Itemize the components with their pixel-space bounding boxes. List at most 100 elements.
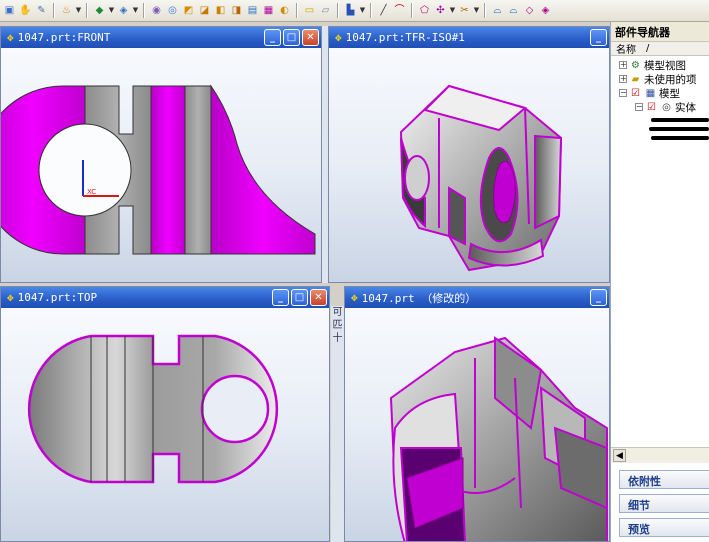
collapse-icon[interactable]: −: [635, 103, 643, 111]
minimize-button[interactable]: _: [264, 29, 281, 46]
sheet-icon[interactable]: ◧: [213, 3, 228, 18]
minimize-button[interactable]: _: [272, 289, 289, 306]
chevron-down-icon[interactable]: ▼: [132, 3, 139, 18]
axis-label: XC: [87, 188, 96, 196]
front-magenta-bar: [150, 85, 186, 255]
toolbar-separator: [337, 3, 339, 18]
model-view-icon: ⚙: [631, 59, 640, 71]
close-button[interactable]: ✕: [310, 289, 327, 306]
folder-icon: ▰: [631, 73, 640, 85]
line-icon[interactable]: ╱: [376, 3, 391, 18]
surface-icon[interactable]: ◐: [277, 3, 292, 18]
offset-icon[interactable]: ⌓: [490, 3, 505, 18]
expand-icon[interactable]: +: [619, 61, 627, 69]
iso-view-drawing: [399, 84, 563, 272]
tree-item-label: 模型视图: [644, 59, 686, 72]
checkbox-icon[interactable]: ☑: [645, 101, 658, 113]
sketch-icon[interactable]: ✂: [457, 3, 472, 18]
tree-item-solid[interactable]: − ☑ ◎ 实体: [635, 100, 696, 114]
column-name[interactable]: 名称: [616, 41, 636, 56]
navigator-title: 部件导航器: [611, 22, 709, 41]
solid-icon[interactable]: ▙: [343, 3, 358, 18]
close-button[interactable]: ✕: [302, 29, 319, 46]
main-toolbar: ▣ ✋ ✎ ♨ ▼ ◆ ▼ ◈ ▼ ◉ ◎ ◩ ◪ ◧ ◨ ▤ ▦ ◐ ▭ ▱ …: [0, 0, 709, 22]
tree-item-label: 模型: [659, 87, 680, 100]
viewport-title: 1047.prt:TFR-ISO#1: [345, 31, 465, 44]
viewport-titlebar[interactable]: ✥ 1047.prt:TFR-ISO#1 _: [329, 27, 609, 48]
scroll-left-icon[interactable]: ◀: [613, 449, 626, 462]
modified-view-drawing: [389, 336, 608, 541]
chevron-down-icon[interactable]: ▼: [359, 3, 366, 18]
cube-icon[interactable]: ◪: [197, 3, 212, 18]
maximize-button[interactable]: □: [291, 289, 308, 306]
top-bore-hole: [200, 374, 270, 444]
axis-label: XC: [141, 406, 150, 414]
column-header[interactable]: 名称 /: [611, 41, 709, 56]
pen-icon[interactable]: ⬠: [417, 3, 432, 18]
model-icon: ▦: [645, 87, 656, 99]
checkbox-icon[interactable]: ☑: [629, 87, 642, 99]
chevron-down-icon[interactable]: ▼: [75, 3, 82, 18]
chevron-down-icon[interactable]: ▼: [449, 3, 456, 18]
toolbar-separator: [370, 3, 372, 18]
viewport-title: 1047.prt:FRONT: [17, 31, 111, 44]
sheet2-icon[interactable]: ▭: [302, 3, 317, 18]
solid-body-icon: ◎: [662, 101, 671, 113]
collapse-icon[interactable]: −: [619, 89, 627, 97]
layer-icon[interactable]: ◩: [181, 3, 196, 18]
viewport-modified[interactable]: ✥ 1047.prt （修改的） _: [344, 286, 610, 542]
panel-details[interactable]: 细节: [619, 494, 709, 513]
viewport-title: 1047.prt:TOP: [17, 291, 98, 304]
horizontal-scrollbar[interactable]: ◀: [611, 447, 709, 463]
tool-icon[interactable]: ▱: [318, 3, 333, 18]
part-navigator: 部件导航器 名称 / + ⚙ 模型视图 + ▰ 未使用的项 − ☑ ▦ 模型 −…: [610, 22, 709, 542]
measure-icon[interactable]: ◨: [229, 3, 244, 18]
chevron-down-icon[interactable]: ▼: [473, 3, 480, 18]
viewport-iso[interactable]: ✥ 1047.prt:TFR-ISO#1 _: [328, 26, 610, 283]
panel-dependencies[interactable]: 依附性: [619, 470, 709, 489]
part-icon: ✥: [335, 31, 342, 44]
color-icon[interactable]: ◈: [116, 3, 131, 18]
top-view-drawing: XC: [27, 334, 279, 484]
panel-preview[interactable]: 预览: [619, 518, 709, 537]
tree-item-unused[interactable]: + ▰ 未使用的项: [619, 72, 697, 86]
view-icon[interactable]: ▣: [2, 3, 17, 18]
render-icon[interactable]: ◎: [165, 3, 180, 18]
viewport-top[interactable]: ✥ 1047.prt:TOP _ □ ✕ XC: [0, 286, 330, 542]
maximize-button[interactable]: □: [283, 29, 300, 46]
layer2-icon[interactable]: ▤: [245, 3, 260, 18]
curve-icon[interactable]: ⌒: [392, 3, 407, 18]
viewport-front[interactable]: ✥ 1047.prt:FRONT _ □ ✕ XC: [0, 26, 322, 283]
rotate-icon[interactable]: ✋: [18, 3, 33, 18]
tree-item-model[interactable]: − ☑ ▦ 模型: [619, 86, 680, 100]
sort-indicator: /: [646, 43, 650, 54]
swirl-icon[interactable]: ◈: [538, 3, 553, 18]
part-icon: ✥: [7, 31, 14, 44]
diamond-icon[interactable]: ◇: [522, 3, 537, 18]
shade-icon[interactable]: ◆: [92, 3, 107, 18]
toolbar-separator: [484, 3, 486, 18]
part-icon: ✥: [7, 291, 14, 304]
redacted-item: [651, 136, 709, 140]
minimize-button[interactable]: _: [590, 29, 607, 46]
front-view-drawing: XC: [1, 84, 316, 255]
viewport-titlebar[interactable]: ✥ 1047.prt:TOP _ □ ✕: [1, 287, 329, 308]
chevron-down-icon[interactable]: ▼: [108, 3, 115, 18]
tree-item-model-views[interactable]: + ⚙ 模型视图: [619, 58, 686, 72]
expand-icon[interactable]: +: [619, 75, 627, 83]
cube2-icon[interactable]: ▦: [261, 3, 276, 18]
viewport-titlebar[interactable]: ✥ 1047.prt:FRONT _ □ ✕: [1, 27, 321, 48]
toolbar-separator: [296, 3, 298, 18]
redacted-item: [649, 127, 709, 131]
tree-item-label: 实体: [675, 101, 696, 114]
brush-icon[interactable]: ✣: [433, 3, 448, 18]
part-icon: ✥: [351, 291, 358, 304]
minimize-button[interactable]: _: [590, 289, 607, 306]
sphere-icon[interactable]: ◉: [149, 3, 164, 18]
display-icon[interactable]: ♨: [59, 3, 74, 18]
offset2-icon[interactable]: ⌓: [506, 3, 521, 18]
viewport-title: 1047.prt （修改的）: [361, 291, 477, 305]
zoom-icon[interactable]: ✎: [34, 3, 49, 18]
viewport-titlebar[interactable]: ✥ 1047.prt （修改的） _: [345, 287, 609, 308]
toolbar-separator: [411, 3, 413, 18]
